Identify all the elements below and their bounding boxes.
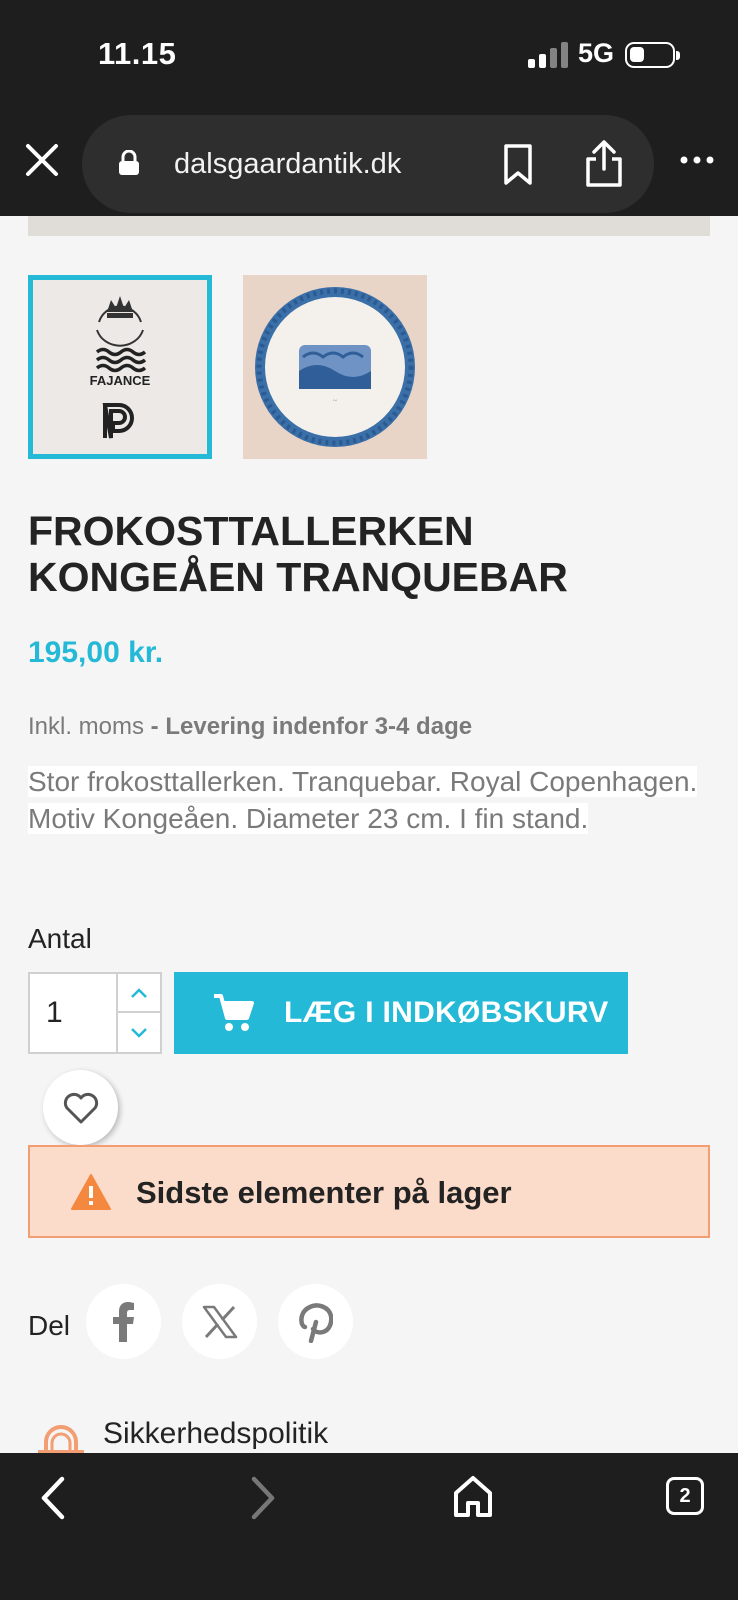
svg-text:~: ~ xyxy=(333,397,337,405)
network-type: 5G xyxy=(578,38,615,68)
thumbnail-plate[interactable]: ~ xyxy=(243,275,427,459)
stock-alert: Sidste elementer på lager xyxy=(28,1145,710,1238)
warning-icon xyxy=(71,1174,111,1210)
chevron-down-icon xyxy=(131,1027,147,1038)
quantity-buttons xyxy=(116,974,160,1052)
browser-toolbar: dalsgaardantik.dk xyxy=(0,108,738,216)
wishlist-button[interactable] xyxy=(43,1070,118,1145)
bookmark-icon[interactable] xyxy=(500,143,536,187)
plate-image: ~ xyxy=(255,287,415,447)
pinterest-share-button[interactable] xyxy=(278,1284,353,1359)
quantity-input[interactable]: 1 xyxy=(46,996,63,1030)
address-bar[interactable]: dalsgaardantik.dk xyxy=(82,115,654,213)
x-icon xyxy=(202,1305,237,1338)
status-bar: 11.15 5G xyxy=(0,0,738,108)
more-icon[interactable] xyxy=(680,154,714,166)
forward-icon[interactable] xyxy=(246,1475,280,1521)
quantity-stepper[interactable]: 1 xyxy=(28,972,162,1054)
tax-delivery-info: Inkl. moms - Levering indenfor 3-4 dage xyxy=(28,713,472,741)
back-icon[interactable] xyxy=(36,1475,70,1521)
add-to-cart-label: LÆG I INDKØBSKURV xyxy=(284,996,609,1029)
product-description: Stor frokosttallerken. Tranquebar. Royal… xyxy=(28,763,708,837)
stock-message: Sidste elementer på lager xyxy=(136,1175,512,1210)
battery-icon xyxy=(625,42,680,68)
delivery-label: - Levering indenfor 3-4 dage xyxy=(144,713,473,740)
pinterest-icon xyxy=(298,1302,333,1343)
backstamp-image: FAJANCE xyxy=(90,296,151,439)
quantity-label: Antal xyxy=(28,923,92,954)
share-icon[interactable] xyxy=(582,139,626,189)
main-product-image[interactable] xyxy=(28,216,710,236)
quantity-increase-button[interactable] xyxy=(118,974,160,1013)
share-label: Del xyxy=(28,1310,71,1341)
tax-label: Inkl. moms xyxy=(28,713,145,740)
product-price: 195,00 kr. xyxy=(28,636,164,669)
home-icon[interactable] xyxy=(452,1473,494,1519)
product-title: FROKOSTTALLERKEN KONGEÅEN TRANQUEBAR xyxy=(28,508,568,600)
status-time: 11.15 xyxy=(98,36,177,71)
thumbnail-backstamp[interactable]: FAJANCE xyxy=(28,275,212,459)
lock-icon xyxy=(119,150,139,175)
chevron-up-icon xyxy=(131,987,147,998)
facebook-icon xyxy=(112,1301,134,1342)
security-policy-label[interactable]: Sikkerhedspolitik xyxy=(103,1417,328,1451)
url-text: dalsgaardantik.dk xyxy=(174,148,402,180)
x-share-button[interactable] xyxy=(182,1284,257,1359)
description-text: Stor frokosttallerken. Tranquebar. Royal… xyxy=(28,766,698,834)
close-icon[interactable] xyxy=(22,140,62,180)
security-icon xyxy=(38,1425,84,1454)
browser-bottom-toolbar: 2 xyxy=(0,1453,738,1600)
backstamp-text: FAJANCE xyxy=(90,373,151,388)
quantity-decrease-button[interactable] xyxy=(118,1013,160,1052)
tabs-button[interactable]: 2 xyxy=(666,1477,704,1515)
heart-icon xyxy=(63,1092,98,1123)
signal-icon xyxy=(528,42,568,68)
add-to-cart-button[interactable]: LÆG I INDKØBSKURV xyxy=(174,972,628,1054)
facebook-share-button[interactable] xyxy=(86,1284,161,1359)
cart-icon xyxy=(214,994,254,1031)
